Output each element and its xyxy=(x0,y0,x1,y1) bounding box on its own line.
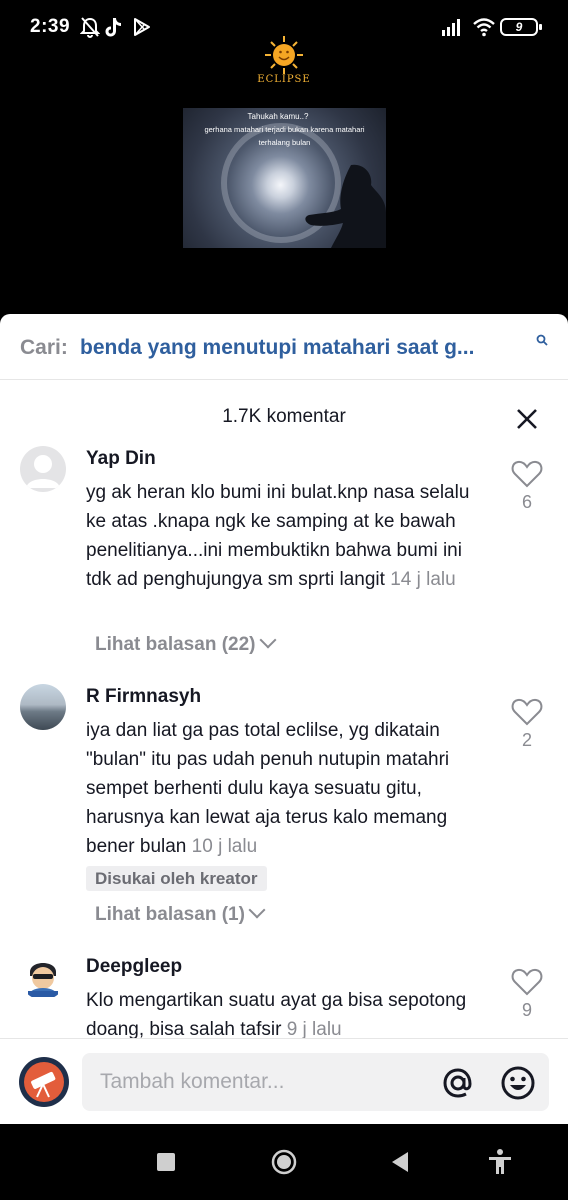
video-frame[interactable]: Tahukah kamu..? gerhana matahari terjadi… xyxy=(183,108,386,248)
recents-button-icon[interactable] xyxy=(152,1148,180,1176)
system-nav-bar xyxy=(0,1124,568,1200)
view-replies-label: Lihat balasan (1) xyxy=(95,904,245,925)
comment-item: Yap Din yg ak heran klo bumi ini bulat.k… xyxy=(0,444,568,674)
heart-icon[interactable] xyxy=(511,698,543,726)
signal-icon xyxy=(442,19,460,36)
comment-body: iya dan liat ga pas total eclilse, yg di… xyxy=(86,720,450,857)
comment-username[interactable]: R Firmnasyh xyxy=(86,686,201,708)
search-query-link[interactable]: benda yang menutupi matahari saat g... xyxy=(80,336,530,360)
comment-input[interactable] xyxy=(100,1067,430,1097)
like-count: 6 xyxy=(521,492,532,512)
comment-item: R Firmnasyh iya dan liat ga pas total ec… xyxy=(0,682,568,932)
video-caption-title: Tahukah kamu..? xyxy=(247,112,309,121)
avatar[interactable] xyxy=(20,954,66,1000)
person-silhouette xyxy=(305,164,386,248)
status-time: 2:39 xyxy=(30,16,71,37)
avatar[interactable] xyxy=(20,446,66,492)
comment-text: Klo mengartikan suatu ayat ga bisa sepot… xyxy=(86,986,491,1044)
view-replies-button[interactable]: Lihat balasan (1) xyxy=(95,901,266,926)
default-avatar-icon xyxy=(26,455,60,488)
heart-icon[interactable] xyxy=(511,968,543,996)
eclipse-logo: ECLIPSE xyxy=(252,34,316,90)
screen: 2:39 9 ECLIPSE Tahukah kamu..? gerhana m… xyxy=(0,0,568,1200)
heart-icon[interactable] xyxy=(511,460,543,488)
accessibility-icon[interactable] xyxy=(486,1148,514,1176)
back-button-icon[interactable] xyxy=(386,1148,414,1176)
comment-body: Klo mengartikan suatu ayat ga bisa sepot… xyxy=(86,990,467,1040)
video-caption-line1: gerhana matahari terjadi bukan karena ma… xyxy=(204,125,365,134)
comment-time: 14 j lalu xyxy=(390,569,456,590)
chevron-down-icon xyxy=(248,901,266,919)
my-avatar[interactable] xyxy=(19,1057,69,1107)
telescope-avatar-icon xyxy=(24,1062,64,1102)
sun-logo-icon xyxy=(265,36,303,74)
wifi-icon xyxy=(473,18,495,37)
search-icon xyxy=(536,334,548,346)
comment-item: Deepgleep Klo mengartikan suatu ayat ga … xyxy=(0,952,568,1052)
comments-header: 1.7K komentar xyxy=(0,380,568,440)
mention-icon[interactable] xyxy=(440,1065,476,1101)
comment-text: yg ak heran klo bumi ini bulat.knp nasa … xyxy=(86,478,491,594)
video-caption-line2: terhalang bulan xyxy=(258,138,311,147)
view-replies-button[interactable]: Lihat balasan (22) xyxy=(95,631,276,656)
comment-time: 10 j lalu xyxy=(191,836,258,857)
notifications-off-icon xyxy=(80,17,100,38)
logo-text: ECLIPSE xyxy=(257,74,311,85)
view-replies-label: Lihat balasan (22) xyxy=(95,634,256,655)
comments-count: 1.7K komentar xyxy=(222,406,346,427)
search-suggestion[interactable]: Cari: benda yang menutupi matahari saat … xyxy=(0,314,568,380)
like-count: 9 xyxy=(521,1000,532,1020)
tiktok-icon xyxy=(105,18,121,37)
battery-icon: 9 xyxy=(500,18,542,36)
comment-username[interactable]: Yap Din xyxy=(86,448,156,470)
cartoon-avatar-icon xyxy=(28,963,58,997)
search-prefix: Cari: xyxy=(20,336,68,359)
close-icon[interactable] xyxy=(514,406,540,432)
play-store-icon xyxy=(134,18,150,36)
comment-input-box[interactable] xyxy=(82,1053,549,1111)
like-count: 2 xyxy=(521,730,532,750)
chevron-down-icon xyxy=(259,631,276,649)
comment-time: 9 j lalu xyxy=(286,1019,342,1040)
emoji-icon[interactable] xyxy=(500,1065,536,1101)
comment-text: iya dan liat ga pas total eclilse, yg di… xyxy=(86,716,491,861)
add-comment-bar xyxy=(0,1038,568,1124)
avatar[interactable] xyxy=(20,684,66,730)
liked-by-creator-badge: Disukai oleh kreator xyxy=(86,866,267,891)
home-button-icon[interactable] xyxy=(270,1148,298,1176)
comment-username[interactable]: Deepgleep xyxy=(86,956,182,978)
comments-sheet: Cari: benda yang menutupi matahari saat … xyxy=(0,314,568,1124)
